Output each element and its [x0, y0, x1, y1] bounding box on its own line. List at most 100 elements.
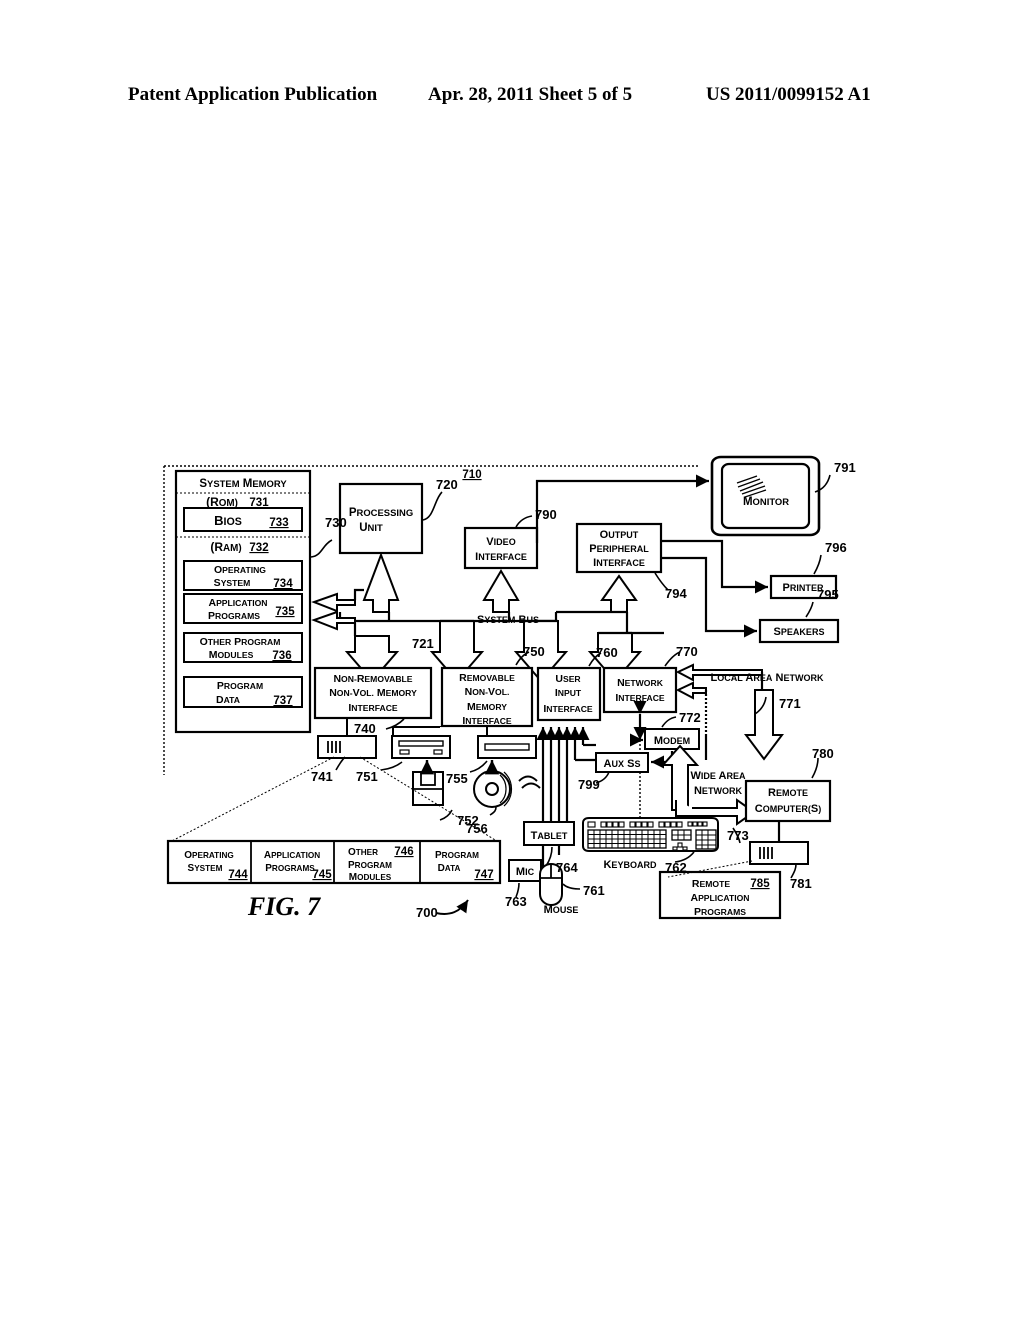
- detail-data-line2: DATA: [438, 863, 461, 874]
- network-interface-box: [602, 666, 678, 714]
- network-interface-line1: NETWORK: [617, 677, 664, 689]
- floppy-drive-ref: 751: [356, 769, 378, 784]
- wan-ref: 773: [727, 828, 749, 843]
- remote-memory-ref: 781: [790, 876, 812, 891]
- bios-label: BIOS: [214, 513, 242, 528]
- bus-arrow-to-video-interface: [482, 569, 520, 613]
- removable-line3: MEMORY: [467, 701, 507, 713]
- processing-unit-ref: 720: [436, 477, 458, 492]
- speakers-ref: 795: [817, 587, 839, 602]
- leader-796: [813, 554, 822, 575]
- mouse-label: MOUSE: [544, 904, 579, 916]
- video-interface-line2: INTERFACE: [475, 551, 527, 563]
- detail-os-line1: OPERATING: [184, 850, 234, 861]
- remote-computers-ref: 780: [812, 746, 834, 761]
- leader-795: [805, 601, 814, 618]
- floppy-disk: [412, 771, 444, 806]
- keyboard-label: KEYBOARD: [603, 859, 657, 871]
- keyboard-ref: 762: [665, 860, 687, 875]
- hard-drive-ref: 741: [311, 769, 333, 784]
- system-memory-title: SYSTEM MEMORY: [199, 478, 287, 490]
- printer-ref: 796: [825, 540, 847, 555]
- figure-label: FIG. 7: [247, 892, 321, 921]
- user-input-line1: USER: [555, 673, 581, 685]
- leader-761: [562, 883, 581, 890]
- aux-ss-ref: 799: [578, 777, 600, 792]
- progdata-ref: 737: [273, 695, 292, 707]
- removable-ref: 750: [523, 644, 545, 659]
- video-interface-line1: VIDEO: [486, 536, 515, 548]
- remote-computers-line2: COMPUTER(S): [755, 803, 821, 815]
- network-interface-ref: 770: [676, 644, 698, 659]
- apps-line1: APPLICATION: [208, 597, 267, 609]
- hard-drive: [317, 735, 377, 759]
- modules-ref: 736: [272, 650, 291, 662]
- ram-ref: 732: [249, 542, 268, 554]
- output-interface-ref: 794: [665, 586, 687, 601]
- storage-detail-callout-left: [167, 756, 335, 844]
- tablet-ref: 764: [556, 860, 578, 875]
- user-input-line2: INPUT: [555, 687, 582, 699]
- monitor-ref: 791: [834, 460, 856, 475]
- modem-ref: 772: [679, 710, 701, 725]
- computer-ref-710: 710: [462, 469, 481, 481]
- output-interface-line3: INTERFACE: [593, 557, 645, 569]
- leader-752: [439, 809, 453, 821]
- output-interface-line1: OUTPUT: [600, 529, 639, 541]
- system-bus-label: SYSTEM BUS: [477, 614, 539, 626]
- processing-unit-line2: UNIT: [359, 522, 383, 534]
- leader-720: [422, 491, 443, 521]
- bus-arrow-to-output-interface: [600, 574, 638, 613]
- detail-apps-line2: PROGRAMS: [265, 863, 315, 874]
- output-interface-line2: PERIPHERAL: [589, 543, 649, 555]
- remote-memory-device: [749, 841, 809, 865]
- network-interface-line2: INTERFACE: [615, 692, 665, 704]
- detail-modules-ref: 746: [394, 846, 413, 858]
- leader-751: [380, 761, 403, 771]
- bus-arrow-to-system-memory-upper: [311, 592, 356, 613]
- ram-label: (RAM): [210, 540, 241, 554]
- wan-label-line1: WIDE AREA: [690, 770, 746, 782]
- system-bus-ref: 721: [412, 636, 434, 651]
- wireless-signal-icon: [518, 775, 541, 789]
- floppy-drive: [391, 735, 451, 759]
- lan-down-arrow: [744, 689, 784, 761]
- rom-ref: 731: [249, 497, 269, 509]
- removable-line4: INTERFACE: [462, 715, 512, 727]
- remote-computers-line1: REMOTE: [768, 787, 808, 799]
- modules-line1: OTHER PROGRAM: [200, 636, 281, 648]
- wan-label-line2: NETWORK: [694, 785, 743, 797]
- detail-modules-line2: PROGRAM: [348, 860, 392, 871]
- user-input-ref: 760: [596, 645, 618, 660]
- remote-apps-ref: 785: [750, 878, 770, 890]
- detail-data-ref: 747: [474, 869, 493, 881]
- mouse-ref: 761: [583, 883, 605, 898]
- output-to-printer-link: [661, 539, 768, 594]
- bios-ref: 733: [269, 517, 288, 529]
- bus-arrow-to-processing-unit: [362, 552, 400, 613]
- keyboard-icon: [582, 817, 719, 852]
- lan-ref: 771: [779, 696, 801, 711]
- optical-drive-ref: 755: [446, 771, 468, 786]
- remote-computers-box: [744, 779, 832, 823]
- detail-apps-line1: APPLICATION: [264, 850, 320, 861]
- modules-line2: MODULES: [209, 649, 254, 661]
- remote-apps-line1: REMOTE: [692, 878, 730, 890]
- lan-label: LOCAL AREA NETWORK: [710, 672, 824, 684]
- leader-780: [811, 757, 819, 779]
- leader-772: [661, 716, 677, 728]
- user-input-line3: INTERFACE: [543, 703, 593, 715]
- detail-data-line1: PROGRAM: [435, 850, 479, 861]
- rom-label: (ROM): [206, 495, 238, 509]
- os-ref: 734: [273, 578, 293, 590]
- nonremovable-line3: INTERFACE: [348, 702, 398, 714]
- figure-ref: 700: [416, 905, 438, 920]
- tablet-label: TABLET: [531, 830, 568, 842]
- leader-700: [435, 899, 469, 915]
- leader-755: [469, 760, 488, 773]
- mic-label: MIC: [516, 866, 535, 878]
- remote-apps-line3: PROGRAMS: [694, 906, 746, 918]
- nonremovable-ref: 740: [354, 721, 376, 736]
- removable-line2: NON-VOL.: [465, 686, 510, 698]
- nonremovable-line2: NON-VOL. MEMORY: [329, 687, 417, 699]
